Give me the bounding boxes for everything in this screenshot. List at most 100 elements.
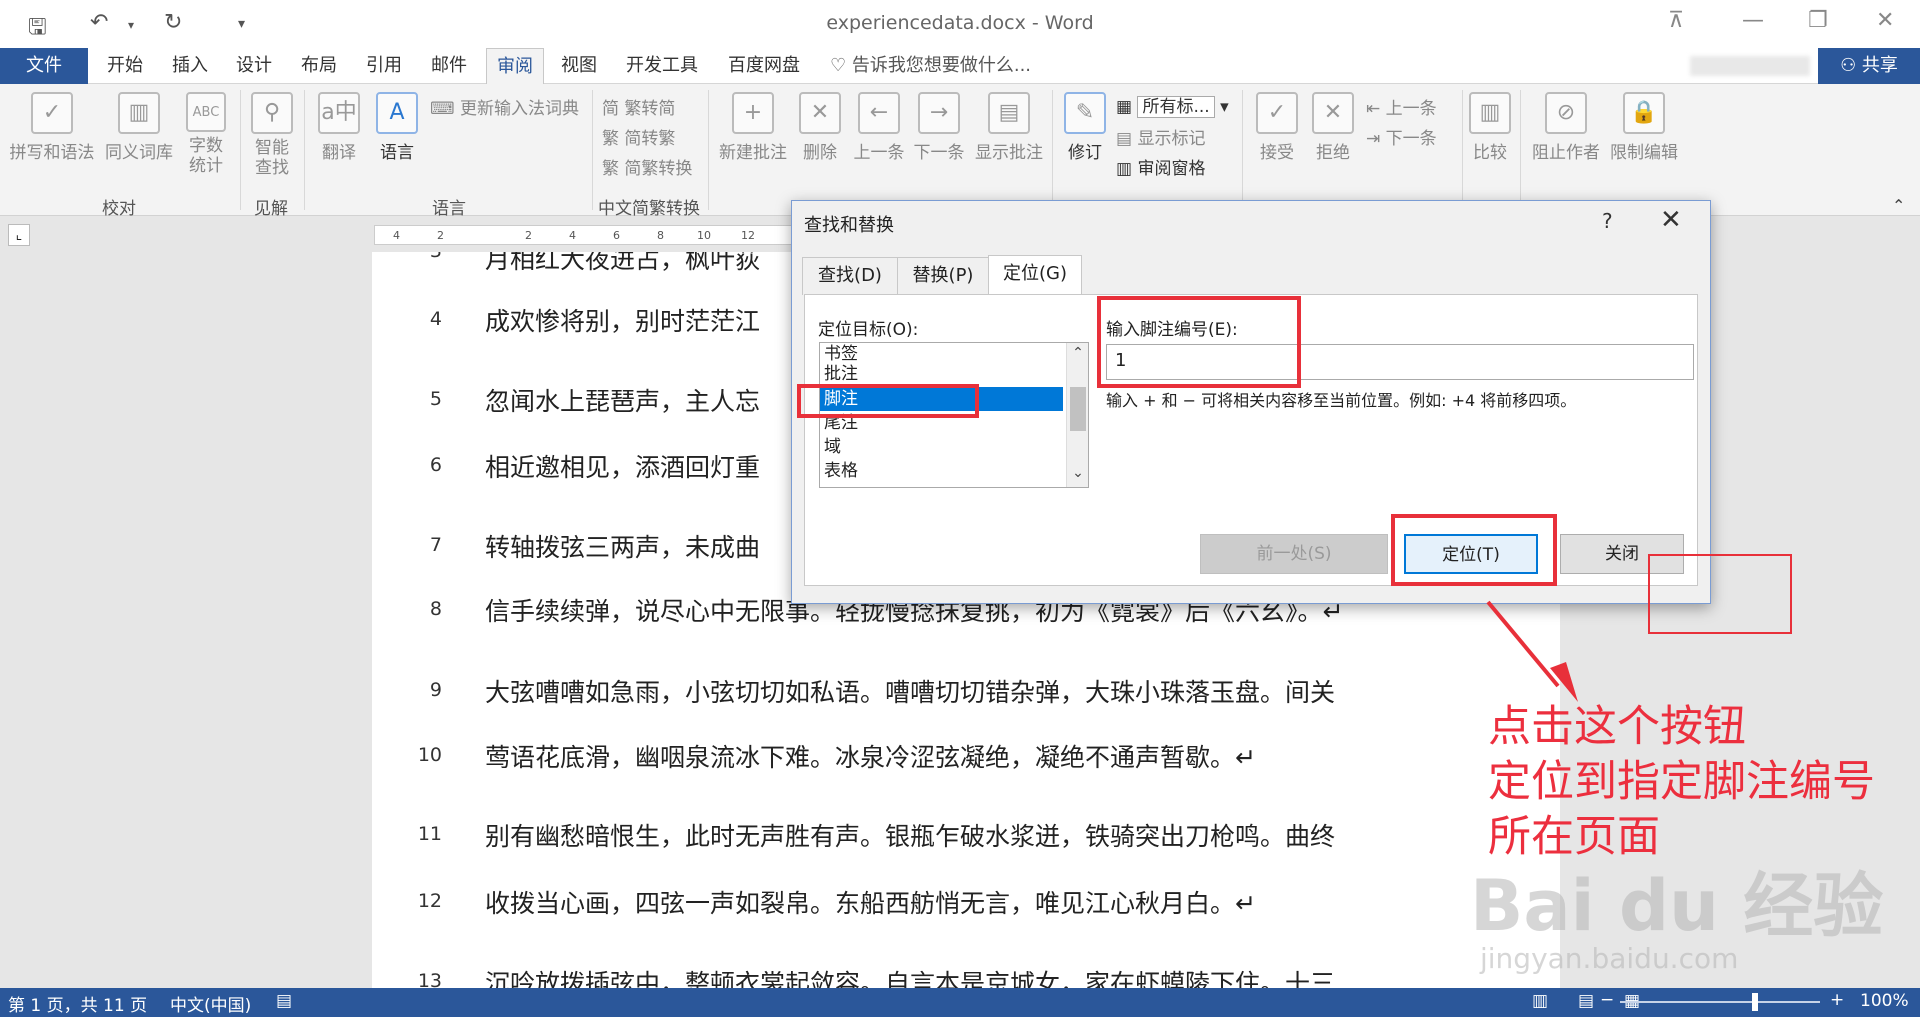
list-item[interactable]: 表格 — [824, 459, 858, 483]
tab-mailings[interactable]: 邮件 — [431, 48, 467, 84]
hint-text: 输入 + 和 − 可将相关内容移至当前位置。例如: +4 将前移四项。 — [1106, 391, 1577, 410]
zoom-in-icon[interactable]: + — [1830, 990, 1844, 1010]
tab-design[interactable]: 设计 — [236, 48, 272, 84]
zoom-out-icon[interactable]: − — [1600, 990, 1614, 1010]
show-markup-label: 显示标记 — [1137, 129, 1206, 149]
tell-me-text: 告诉我您想要做什么... — [851, 55, 1032, 76]
tab-insert[interactable]: 插入 — [172, 48, 208, 84]
chevron-up-icon[interactable]: ⌃ — [1067, 345, 1088, 361]
read-mode-icon[interactable]: ▥ — [1532, 991, 1548, 1011]
highlight-empty-box — [1648, 554, 1792, 634]
show-markup-button[interactable]: ▤ 显示标记 — [1116, 124, 1205, 149]
ribbon-separator — [1052, 90, 1053, 210]
word-count-button[interactable]: ABC 字数 统计 — [180, 92, 232, 176]
window-title: experiencedata.docx - Word — [826, 12, 1094, 34]
tab-file[interactable]: 文件 — [0, 48, 88, 84]
user-account-blurred[interactable] — [1690, 56, 1810, 76]
document-line: 10 莺语花底滑，幽咽泉流冰下难。冰泉冷涩弦凝绝，凝绝不通声暂歇。↵ — [372, 738, 1560, 778]
line-number: 9 — [429, 679, 442, 701]
track-changes-button[interactable]: ✎ 修订 — [1060, 92, 1110, 163]
close-icon[interactable]: ✕ — [1876, 8, 1894, 33]
print-layout-icon[interactable]: ▤ — [1578, 991, 1594, 1011]
prev-comment-button[interactable]: ← 上一条 — [850, 92, 908, 163]
annotation-text: 点击这个按钮 定位到指定脚注编号 所在页面 — [1488, 700, 1908, 865]
scrollbar-thumb[interactable] — [1070, 387, 1086, 431]
spelling-grammar-button[interactable]: ✓ 拼写和语法 — [6, 92, 98, 163]
list-item[interactable]: 域 — [824, 435, 841, 459]
zoom-level[interactable]: 100% — [1860, 991, 1909, 1011]
compare-button[interactable]: ▥ 比较 — [1468, 92, 1512, 163]
zoom-slider[interactable] — [1620, 1001, 1820, 1003]
language-status[interactable]: 中文(中国) — [170, 991, 251, 1016]
restore-icon[interactable]: ❐ — [1808, 8, 1828, 33]
review-pane-button[interactable]: ▥ 审阅窗格 — [1116, 154, 1205, 179]
block-authors-icon: ⊘ — [1545, 92, 1587, 134]
page-count[interactable]: 第 1 页，共 11 页 — [8, 991, 147, 1016]
help-icon[interactable]: ? — [1602, 209, 1613, 233]
tab-replace[interactable]: 替换(P) — [897, 257, 989, 295]
tab-home[interactable]: 开始 — [107, 48, 143, 84]
next-change-label: 下一条 — [1385, 129, 1437, 149]
ruler-tick: 12 — [741, 229, 755, 242]
dialog-close-icon[interactable]: ✕ — [1660, 205, 1682, 235]
tab-layout[interactable]: 布局 — [301, 48, 337, 84]
update-ime-button[interactable]: ⌨ 更新输入法词典 — [430, 94, 579, 119]
dialog-title: 查找和替换 — [804, 215, 894, 236]
ribbon-separator — [708, 90, 709, 210]
highlight-footnote-input — [1097, 296, 1301, 388]
tab-view[interactable]: 视图 — [561, 48, 597, 84]
chevron-down-icon[interactable]: ⌄ — [1067, 465, 1088, 481]
review-pane-label: 审阅窗格 — [1137, 159, 1206, 179]
reject-label: 拒绝 — [1316, 143, 1350, 163]
line-text: 莺语花底滑，幽咽泉流冰下难。冰泉冷涩弦凝绝，凝绝不通声暂歇。↵ — [485, 743, 1256, 772]
simp-trad-convert-icon: 繁 — [602, 159, 625, 179]
tab-baidu-netdisk[interactable]: 百度网盘 — [728, 48, 800, 84]
minimize-icon[interactable]: — — [1742, 8, 1764, 33]
language-label: 语言 — [380, 143, 414, 163]
prev-change-button[interactable]: ⇤ 上一条 — [1366, 94, 1437, 119]
block-authors-button[interactable]: ⊘ 阻止作者 — [1528, 92, 1604, 163]
language-button[interactable]: A 语言 — [370, 92, 424, 163]
reject-icon: ✕ — [1312, 92, 1354, 134]
ribbon-separator — [1242, 90, 1243, 210]
next-comment-button[interactable]: → 下一条 — [910, 92, 968, 163]
tab-find[interactable]: 查找(D) — [802, 257, 898, 295]
thesaurus-button[interactable]: ▥ 同义词库 — [100, 92, 178, 163]
previous-button[interactable]: 前一处(S) — [1200, 534, 1388, 574]
translate-button[interactable]: a中 翻译 — [310, 92, 368, 163]
lock-icon: 🔒 — [1623, 92, 1665, 134]
delete-comment-icon: ✕ — [799, 92, 841, 134]
tab-developer[interactable]: 开发工具 — [626, 48, 698, 84]
simp-to-trad-button[interactable]: 繁 简转繁 — [602, 124, 675, 149]
list-scrollbar[interactable]: ⌃ ⌄ — [1066, 343, 1088, 487]
tab-review[interactable]: 审阅 — [486, 48, 544, 85]
collapse-ribbon-icon[interactable]: ⌃ — [1892, 196, 1905, 215]
list-item[interactable]: 批注 — [824, 362, 858, 386]
ribbon-display-icon[interactable]: ⊼ — [1668, 8, 1684, 33]
delete-comment-label: 删除 — [803, 143, 837, 163]
markup-dropdown[interactable]: ▦ 所有标... ▾ — [1116, 92, 1229, 118]
trad-to-simp-label: 繁转简 — [624, 99, 676, 119]
tab-goto[interactable]: 定位(G) — [988, 255, 1082, 295]
share-button[interactable]: ⚇ 共享 — [1818, 48, 1920, 84]
track-changes-icon: ✎ — [1064, 92, 1106, 134]
accept-button[interactable]: ✓ 接受 — [1250, 92, 1304, 163]
ribbon-tab-bar: 文件 开始 插入 设计 布局 引用 邮件 审阅 视图 开发工具 百度网盘 ♡ 告… — [0, 48, 1920, 85]
trad-to-simp-button[interactable]: 简 繁转简 — [602, 94, 675, 119]
prev-comment-label: 上一条 — [853, 143, 905, 163]
reject-button[interactable]: ✕ 拒绝 — [1306, 92, 1360, 163]
tab-stop-selector[interactable]: ⌞ — [8, 224, 30, 246]
smart-lookup-button[interactable]: ⚲ 智能 查找 — [246, 92, 298, 178]
annotation-arrow — [1486, 600, 1578, 702]
simp-trad-convert-button[interactable]: 繁 简繁转换 — [602, 154, 692, 179]
restrict-editing-button[interactable]: 🔒 限制编辑 — [1606, 92, 1682, 163]
show-comments-button[interactable]: ▤ 显示批注 — [970, 92, 1048, 163]
delete-comment-button[interactable]: ✕ 删除 — [794, 92, 846, 163]
ribbon-separator — [240, 90, 241, 210]
tab-references[interactable]: 引用 — [366, 48, 402, 84]
macro-icon[interactable]: ▤ — [276, 991, 292, 1011]
new-comment-button[interactable]: + 新建批注 — [714, 92, 792, 163]
next-change-button[interactable]: ⇥ 下一条 — [1366, 124, 1437, 149]
tell-me-box[interactable]: ♡ 告诉我您想要做什么... — [830, 48, 1031, 84]
zoom-slider-thumb[interactable] — [1752, 993, 1758, 1011]
